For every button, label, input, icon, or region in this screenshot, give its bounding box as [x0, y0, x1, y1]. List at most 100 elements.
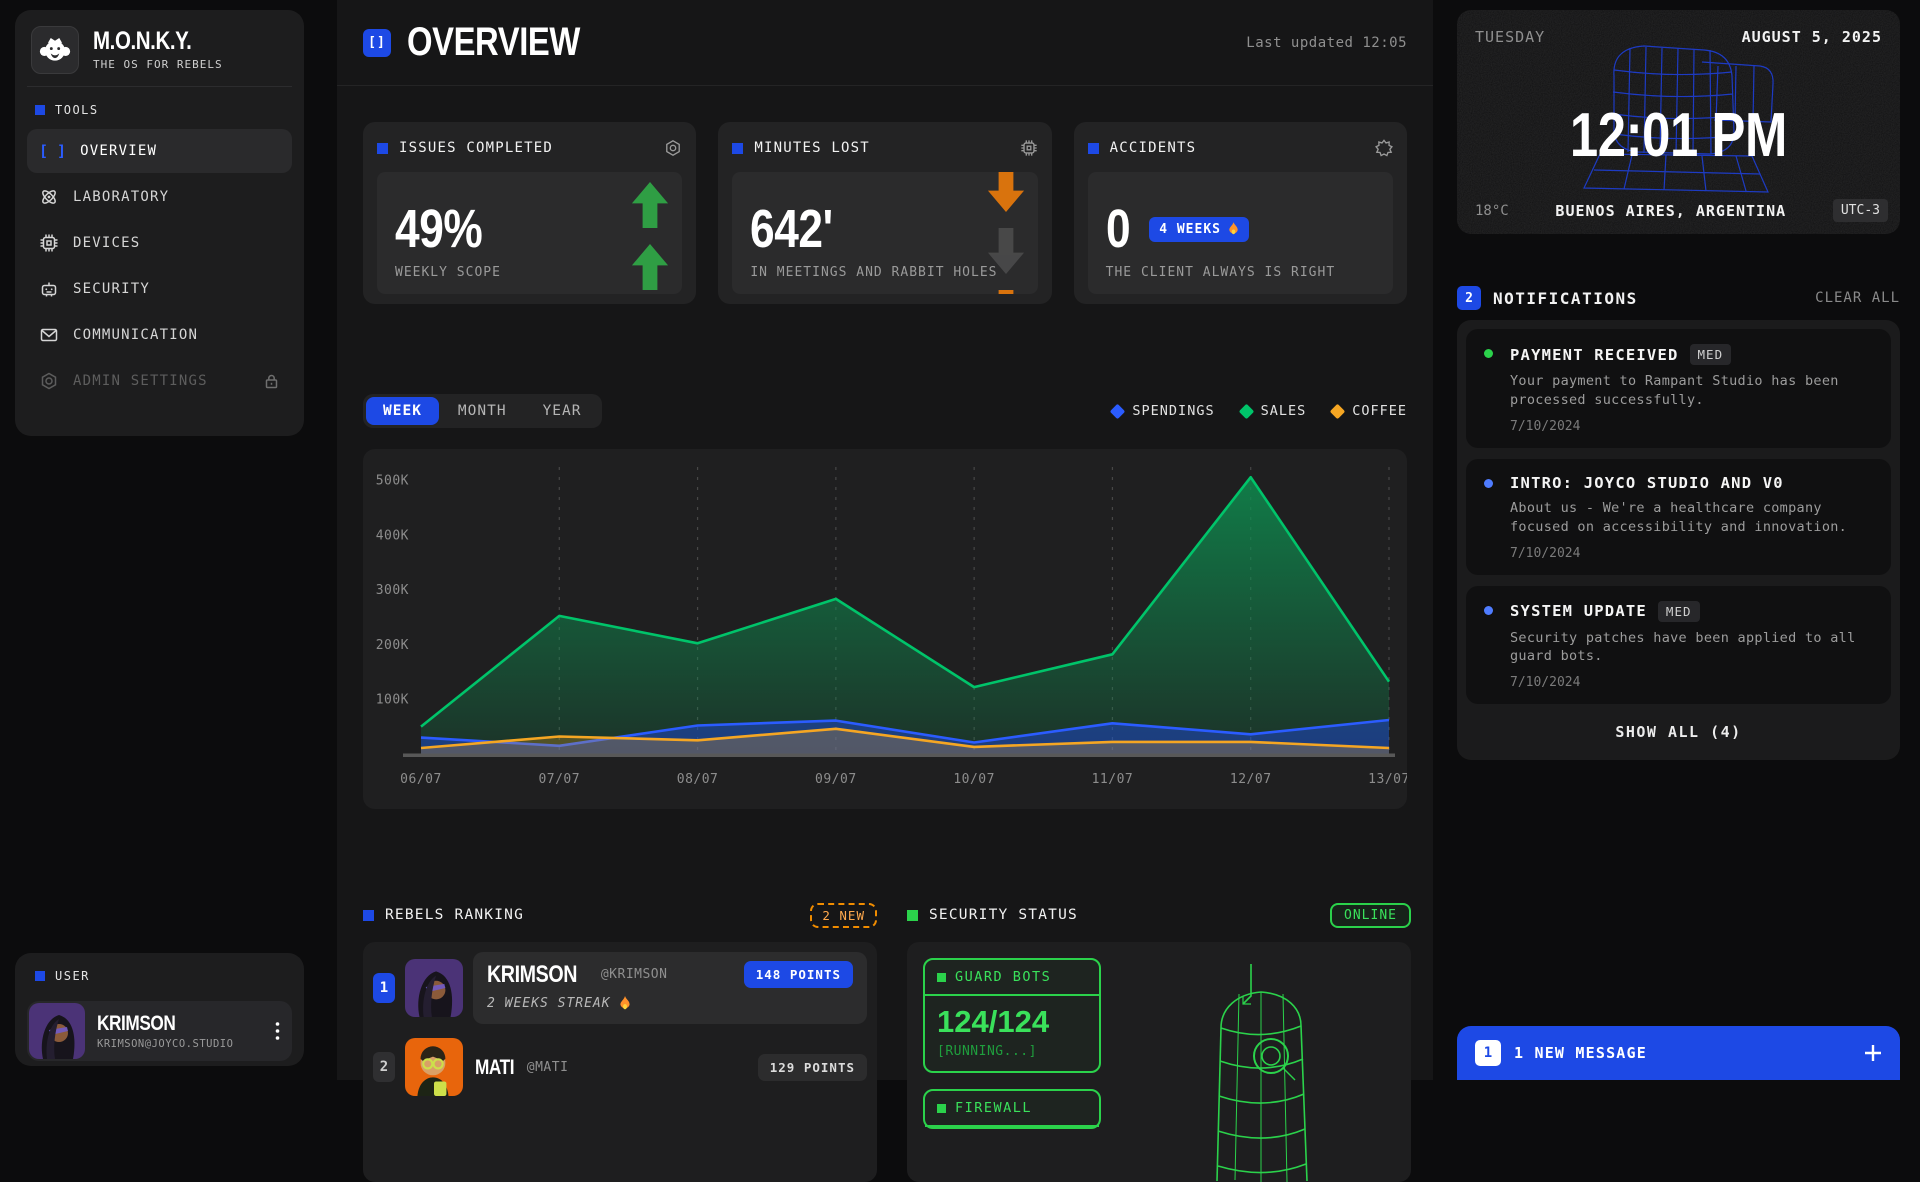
clock-day: TUESDAY [1475, 28, 1545, 46]
timezone-chip: UTC-3 [1833, 199, 1888, 222]
clock-date: AUGUST 5, 2025 [1742, 28, 1882, 46]
sidebar-item-security[interactable]: SECURITY [27, 267, 292, 311]
security-title: SECURITY STATUS [929, 907, 1078, 923]
section-bullet [35, 971, 45, 981]
ranking-row-1[interactable]: 1 KRIMSON @KRIMSON 148 POINTS 2 WEEKS S [373, 952, 867, 1024]
atom-icon [39, 187, 59, 207]
svg-text:12/07: 12/07 [1230, 772, 1272, 787]
stat-label: ISSUES COMPLETED [399, 140, 553, 156]
hex-nut-icon[interactable] [664, 139, 682, 157]
plus-icon[interactable] [1864, 1044, 1882, 1062]
tab-month[interactable]: MONTH [441, 397, 524, 425]
message-label: 1 NEW MESSAGE [1514, 1044, 1647, 1062]
tab-week[interactable]: WEEK [366, 397, 439, 425]
burst-icon[interactable] [1375, 139, 1393, 157]
rebel-name: MATI [475, 1057, 514, 1078]
priority-tag: MED [1658, 601, 1700, 622]
area-chart: 100K200K300K400K500K06/0707/0708/0709/07… [363, 449, 1407, 809]
rebels-ranking-panel: 1 KRIMSON @KRIMSON 148 POINTS 2 WEEKS S [363, 942, 877, 1182]
flame-icon [1228, 222, 1239, 236]
svg-text:13/07: 13/07 [1368, 772, 1407, 787]
diamond-icon [1238, 403, 1254, 419]
notifications-panel: PAYMENT RECEIVED MED Your payment to Ram… [1457, 320, 1900, 760]
envelope-icon [39, 325, 59, 345]
user-card[interactable]: KRIMSON KRIMSON@JOYCO.STUDIO [27, 1001, 292, 1061]
chip-icon [39, 233, 59, 253]
rank-number: 2 [373, 1052, 395, 1082]
notifications-header: 2 NOTIFICATIONS CLEAR ALL [1457, 286, 1900, 310]
clock-time: 12:01 PM [1570, 100, 1787, 171]
security-status-panel: GUARD BOTS 124/124 [RUNNING...] FIREWALL [907, 942, 1411, 1182]
stat-card-accidents: ACCIDENTS 0 4 WEEKS [1074, 122, 1407, 304]
stat-label: ACCIDENTS [1110, 140, 1197, 156]
chip-icon[interactable] [1020, 139, 1038, 157]
clear-all-button[interactable]: CLEAR ALL [1815, 290, 1900, 306]
main-content: [] OVERVIEW Last updated 12:05 ISSUES CO… [337, 0, 1433, 1080]
svg-text:100K: 100K [376, 693, 409, 708]
sidebar-item-admin-settings[interactable]: ADMIN SETTINGS [27, 359, 292, 403]
notification-intro[interactable]: INTRO: JOYCO STUDIO AND V0 About us - We… [1466, 459, 1891, 575]
new-message-bar[interactable]: 1 1 NEW MESSAGE [1457, 1026, 1900, 1080]
notification-payment[interactable]: PAYMENT RECEIVED MED Your payment to Ram… [1466, 329, 1891, 448]
avatar [29, 1003, 85, 1059]
temperature: 18°C [1475, 203, 1509, 219]
ranking-row-2[interactable]: 2 MATI @MATI 129 POINTS [373, 1038, 867, 1096]
app-title: M.O.N.K.Y. [93, 29, 191, 54]
sidebar-item-overview[interactable]: [ ] OVERVIEW [27, 129, 292, 173]
ranking-title: REBELS RANKING [385, 907, 524, 923]
diamond-icon [1330, 403, 1346, 419]
module-bullet [937, 1104, 946, 1113]
priority-tag: MED [1690, 344, 1732, 365]
module-bullet [937, 973, 946, 982]
page-header: [] OVERVIEW Last updated 12:05 [337, 0, 1433, 86]
card-bullet [907, 910, 918, 921]
status-dot [1484, 606, 1493, 615]
sidebar-item-devices[interactable]: DEVICES [27, 221, 292, 265]
rebel-handle: @KRIMSON [601, 967, 668, 982]
new-badge: 2 NEW [810, 903, 877, 928]
online-badge: ONLINE [1330, 903, 1411, 928]
user-panel: USER KRIMSON KRIMSON@JOYCO.STUDIO [15, 953, 304, 1066]
svg-text:10/07: 10/07 [953, 772, 995, 787]
rebel-handle: @MATI [527, 1060, 569, 1075]
app-tagline: THE OS FOR REBELS [93, 58, 223, 71]
guard-bot-wireframe [1191, 956, 1341, 1182]
show-all-button[interactable]: SHOW ALL (4) [1466, 715, 1891, 751]
points-badge: 148 POINTS [744, 961, 853, 988]
status-dot [1484, 479, 1493, 488]
clock-widget: TUESDAY AUGUST 5, 2025 12:01 PM 18°C BUE… [1457, 10, 1900, 234]
tab-year[interactable]: YEAR [526, 397, 599, 425]
chart-legend: SPENDINGS SALES COFFEE [1112, 403, 1407, 419]
brackets-icon: [ ] [39, 142, 66, 160]
stat-card-minutes: MINUTES LOST 642' IN MEETINGS AND RABBIT… [718, 122, 1051, 304]
card-bullet [1088, 143, 1099, 154]
legend-spendings[interactable]: SPENDINGS [1112, 403, 1214, 419]
rebel-name: KRIMSON [487, 963, 577, 987]
stat-sub: THE CLIENT ALWAYS IS RIGHT [1106, 265, 1375, 280]
message-count-badge: 1 [1475, 1040, 1501, 1066]
svg-text:09/07: 09/07 [815, 772, 857, 787]
svg-text:11/07: 11/07 [1092, 772, 1134, 787]
sidebar-item-laboratory[interactable]: LABORATORY [27, 175, 292, 219]
tools-section-label: TOOLS [27, 87, 292, 127]
monkey-logo-icon [31, 26, 79, 74]
sidebar-item-communication[interactable]: COMMUNICATION [27, 313, 292, 357]
legend-coffee[interactable]: COFFEE [1332, 403, 1407, 419]
notification-system-update[interactable]: SYSTEM UPDATE MED Security patches have … [1466, 586, 1891, 705]
app-logo-row: M.O.N.K.Y. THE OS FOR REBELS [27, 22, 292, 87]
gear-icon [39, 371, 59, 391]
guard-bots-count: 124/124 [937, 1004, 1087, 1040]
stat-sub: IN MEETINGS AND RABBIT HOLES [750, 265, 1019, 280]
card-bullet [363, 910, 374, 921]
status-dot [1484, 349, 1493, 358]
stat-sub: WEEKLY SCOPE [395, 265, 664, 280]
guard-bots-state: [RUNNING...] [937, 1044, 1087, 1059]
svg-text:300K: 300K [376, 583, 409, 598]
stat-label: MINUTES LOST [754, 140, 870, 156]
overview-brackets-icon: [] [363, 29, 391, 57]
robot-icon [39, 279, 59, 299]
svg-text:08/07: 08/07 [677, 772, 719, 787]
trend-up-arrows-icon [630, 172, 670, 290]
legend-sales[interactable]: SALES [1241, 403, 1307, 419]
kebab-menu-icon[interactable] [265, 1021, 290, 1041]
